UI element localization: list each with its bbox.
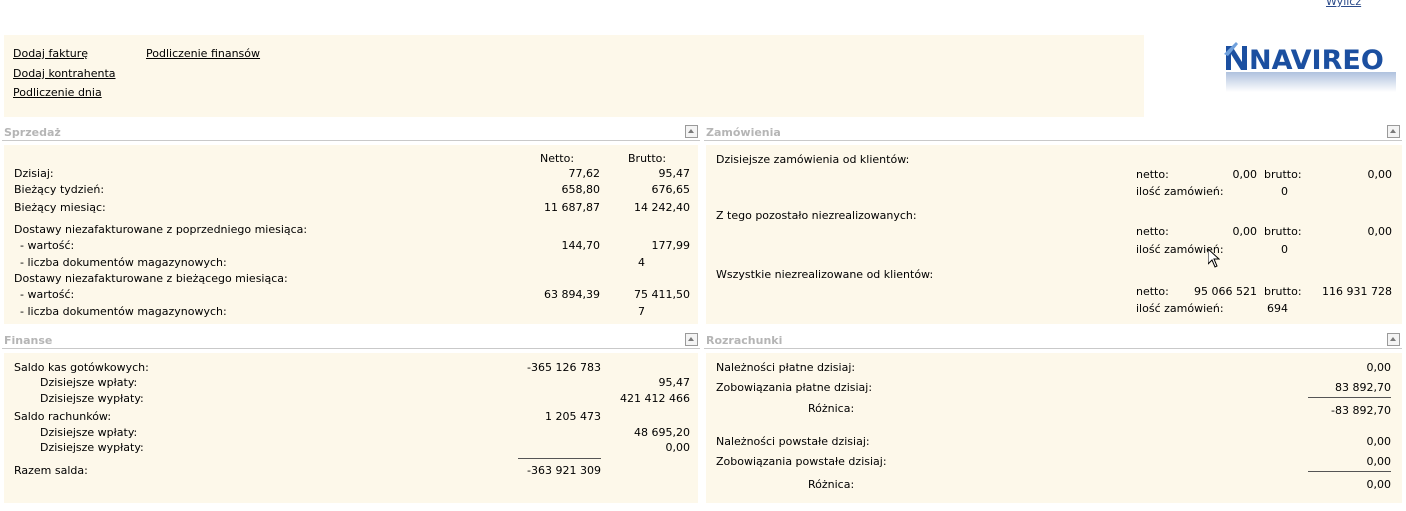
- today-net: 0,00: [1232, 168, 1258, 181]
- cur-value-net: 63 894,39: [544, 288, 600, 301]
- liab-new: 0,00: [1366, 455, 1392, 468]
- recv-new-label: Należności powstałe dzisiaj:: [716, 435, 870, 448]
- liab-new-label: Zobowiązania powstałe dzisiaj:: [716, 455, 887, 468]
- sum-divider: [1308, 471, 1391, 472]
- cur-docs-count: 7: [638, 305, 645, 318]
- finance-settlement-link[interactable]: Podliczenie finansów: [146, 47, 260, 60]
- today-count: 0: [1281, 185, 1288, 198]
- cash-in: 95,47: [658, 376, 691, 389]
- finance-title: Finanse: [4, 334, 53, 347]
- navireo-logo: NAVIREO: [1222, 40, 1397, 100]
- acc-out-label: Dzisiejsze wypłaty:: [40, 441, 144, 454]
- finance-section-header: Finanse: [2, 333, 700, 349]
- cur-docs-label: - liczba dokumentów magazynowych:: [20, 305, 227, 318]
- all-gross: 116 931 728: [1322, 285, 1392, 298]
- diff2-label: Różnica:: [808, 478, 855, 491]
- pending-count: 0: [1281, 243, 1288, 256]
- orders-title: Zamówienia: [706, 126, 781, 139]
- prev-value-net: 144,70: [561, 239, 601, 252]
- acc-balance-label: Saldo rachunków:: [14, 410, 112, 423]
- cash-balance-label: Saldo kas gotówkowych:: [14, 361, 149, 374]
- cash-in-label: Dzisiejsze wpłaty:: [40, 376, 138, 389]
- prev-month-header: Dostawy niezafakturowane z poprzedniego …: [14, 223, 308, 236]
- add-invoice-link[interactable]: Dodaj fakturę: [13, 47, 88, 60]
- collapse-icon[interactable]: [1387, 333, 1400, 346]
- collapse-icon[interactable]: [685, 333, 698, 346]
- pending-orders-header: Z tego pozostało niezrealizowanych:: [716, 209, 917, 222]
- prev-docs-count: 4: [638, 256, 645, 269]
- all-count: 694: [1267, 302, 1288, 315]
- prev-docs-label: - liczba dokumentów magazynowych:: [20, 256, 227, 269]
- add-contractor-link[interactable]: Dodaj kontrahenta: [13, 67, 116, 80]
- total-label: Razem salda:: [14, 464, 88, 477]
- row-label: Dzisiaj:: [14, 167, 54, 180]
- sum-divider: [1308, 397, 1391, 398]
- recv-new: 0,00: [1366, 435, 1392, 448]
- row-gross: 95,47: [658, 167, 691, 180]
- cur-month-header: Dostawy niezafakturowane z bieżącego mie…: [14, 272, 288, 285]
- pending-gross: 0,00: [1367, 225, 1393, 238]
- row-label: Bieżący miesiąc:: [14, 201, 106, 214]
- row-net: 11 687,87: [544, 201, 600, 214]
- row-net: 658,80: [561, 183, 601, 196]
- calc-link[interactable]: Wylicz: [1326, 0, 1361, 8]
- row-gross: 676,65: [651, 183, 691, 196]
- logo-text: NAVIREO: [1249, 45, 1384, 76]
- orders-section-header: Zamówienia: [704, 125, 1402, 141]
- acc-out: 0,00: [665, 441, 691, 454]
- liab-paid: 83 892,70: [1335, 381, 1391, 394]
- row-label: Bieżący tydzień:: [14, 183, 105, 196]
- row-gross: 14 242,40: [634, 201, 690, 214]
- recv-paid: 0,00: [1366, 361, 1392, 374]
- cur-value-gross: 75 411,50: [634, 288, 690, 301]
- diff1-label: Różnica:: [808, 402, 855, 415]
- today-orders-header: Dzisiejsze zamówienia od klientów:: [716, 153, 910, 166]
- mouse-cursor-icon: [1207, 247, 1221, 271]
- liab-paid-label: Zobowiązania płatne dzisiaj:: [716, 381, 873, 394]
- collapse-icon[interactable]: [685, 125, 698, 138]
- total: -363 921 309: [527, 464, 601, 477]
- all-net: 95 066 521: [1194, 285, 1257, 298]
- col-net-header: Netto:: [540, 152, 575, 165]
- pending-net: 0,00: [1232, 225, 1258, 238]
- cur-value-label: - wartość:: [20, 288, 75, 301]
- sum-divider: [518, 458, 601, 459]
- cash-out-label: Dzisiejsze wypłaty:: [40, 392, 144, 405]
- recv-paid-label: Należności płatne dzisiaj:: [716, 361, 856, 374]
- day-settlement-link[interactable]: Podliczenie dnia: [13, 86, 102, 99]
- sales-section-header: Sprzedaż: [2, 125, 700, 141]
- settlements-title: Rozrachunki: [706, 334, 783, 347]
- acc-balance: 1 205 473: [545, 410, 601, 423]
- prev-value-label: - wartość:: [20, 239, 75, 252]
- sales-title: Sprzedaż: [4, 126, 61, 139]
- cash-out: 421 412 466: [620, 392, 690, 405]
- row-net: 77,62: [568, 167, 601, 180]
- settlements-section-header: Rozrachunki: [704, 333, 1402, 349]
- collapse-icon[interactable]: [1387, 125, 1400, 138]
- diff2: 0,00: [1366, 478, 1392, 491]
- cash-balance: -365 126 783: [527, 361, 601, 374]
- prev-value-gross: 177,99: [651, 239, 691, 252]
- all-orders-header: Wszystkie niezrealizowane od klientów:: [716, 268, 934, 281]
- col-gross-header: Brutto:: [628, 152, 667, 165]
- acc-in: 48 695,20: [634, 426, 690, 439]
- diff1: -83 892,70: [1331, 404, 1391, 417]
- acc-in-label: Dzisiejsze wpłaty:: [40, 426, 138, 439]
- today-gross: 0,00: [1367, 168, 1393, 181]
